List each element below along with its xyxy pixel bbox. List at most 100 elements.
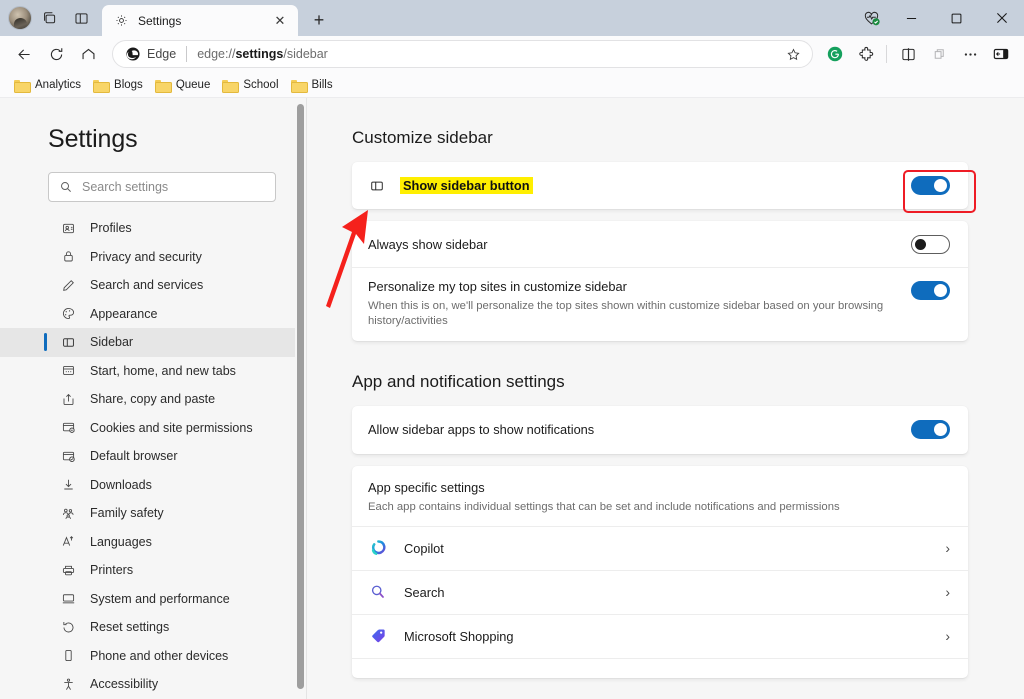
- collections-icon[interactable]: [924, 39, 954, 69]
- tab-strip: Settings ✕ +: [102, 5, 334, 36]
- split-screen-icon[interactable]: [893, 39, 923, 69]
- more-ellipsis-icon[interactable]: [955, 39, 985, 69]
- search-input[interactable]: [82, 180, 265, 194]
- sidebar-item-privacy-and-security[interactable]: Privacy and security: [0, 243, 306, 272]
- sidebar-item-family-safety[interactable]: Family safety: [0, 499, 306, 528]
- browser-toolbar: Edge edge://settings/sidebar: [0, 36, 1024, 72]
- settings-page: Settings: [0, 98, 1024, 699]
- refresh-button[interactable]: [40, 39, 72, 69]
- bookmark-item[interactable]: Queue: [151, 76, 219, 94]
- profile-avatar[interactable]: [8, 6, 32, 30]
- sidebar-panel-icon: [368, 177, 386, 195]
- always-show-sidebar-row[interactable]: Always show sidebar: [352, 221, 968, 267]
- lock-icon: [60, 248, 77, 265]
- sidebar-item-search-and-services[interactable]: Search and services: [0, 271, 306, 300]
- url-prefix: edge://: [197, 47, 235, 61]
- app-row-search[interactable]: Search ›: [352, 570, 968, 614]
- address-bar[interactable]: Edge edge://settings/sidebar: [112, 40, 813, 68]
- scrollbar-thumb[interactable]: [297, 104, 304, 689]
- sidebar-item-label: Cookies and site permissions: [90, 421, 253, 435]
- folder-icon: [14, 79, 29, 91]
- minimize-button[interactable]: [889, 3, 934, 34]
- maximize-button[interactable]: [934, 3, 979, 34]
- shopping-tag-icon: [368, 626, 388, 646]
- sidebar-item-label: Share, copy and paste: [90, 392, 215, 406]
- show-sidebar-button-card: Show sidebar button: [352, 162, 968, 209]
- allow-notifications-card: Allow sidebar apps to show notifications: [352, 406, 968, 454]
- chevron-right-icon[interactable]: ›: [945, 584, 950, 600]
- app-row-partial[interactable]: [352, 658, 968, 678]
- sidebar-item-cookies-and-site-permissions[interactable]: Cookies and site permissions: [0, 414, 306, 443]
- monitor-icon: [60, 590, 77, 607]
- toolbar-separator: [886, 45, 887, 63]
- search-settings-box[interactable]: [48, 172, 276, 202]
- always-show-sidebar-toggle[interactable]: [911, 235, 950, 254]
- bookmark-label: Queue: [176, 79, 211, 91]
- personalize-top-sites-row[interactable]: Personalize my top sites in customize si…: [352, 267, 968, 341]
- sidebar-toggle-icon[interactable]: [986, 39, 1016, 69]
- chevron-right-icon[interactable]: ›: [945, 628, 950, 644]
- personalize-top-sites-toggle[interactable]: [911, 281, 950, 300]
- tab-settings[interactable]: Settings ✕: [102, 5, 298, 36]
- sidebar-item-label: Reset settings: [90, 620, 169, 634]
- sidebar-item-label: Phone and other devices: [90, 649, 228, 663]
- sidebar-scrollbar[interactable]: [295, 98, 306, 699]
- always-show-sidebar-label: Always show sidebar: [368, 237, 911, 252]
- sidebar-icon: [60, 334, 77, 351]
- sidebar-item-label: Printers: [90, 563, 133, 577]
- sidebar-item-system-and-performance[interactable]: System and performance: [0, 585, 306, 614]
- star-icon[interactable]: [782, 43, 804, 65]
- sidebar-item-reset-settings[interactable]: Reset settings: [0, 613, 306, 642]
- sidebar-options-card: Always show sidebar Personalize my top s…: [352, 221, 968, 341]
- sidebar-item-default-browser[interactable]: Default browser: [0, 442, 306, 471]
- close-window-button[interactable]: [979, 3, 1024, 34]
- sidebar-item-printers[interactable]: Printers: [0, 556, 306, 585]
- sidebar-item-downloads[interactable]: Downloads: [0, 471, 306, 500]
- page-title: Settings: [0, 98, 306, 154]
- bookmark-item[interactable]: School: [218, 76, 286, 94]
- settings-sidebar: Settings: [0, 98, 306, 699]
- show-sidebar-button-toggle[interactable]: [911, 176, 950, 195]
- sidebar-item-phone-and-other-devices[interactable]: Phone and other devices: [0, 642, 306, 671]
- sidebar-item-share-copy-and-paste[interactable]: Share, copy and paste: [0, 385, 306, 414]
- grammarly-icon[interactable]: [820, 39, 850, 69]
- sidebar-item-profiles[interactable]: Profiles: [0, 214, 306, 243]
- health-shield-icon[interactable]: [853, 3, 889, 34]
- show-sidebar-button-row[interactable]: Show sidebar button: [352, 162, 968, 209]
- app-name: Microsoft Shopping: [404, 629, 945, 644]
- close-icon[interactable]: ✕: [270, 11, 290, 31]
- app-row-microsoft-shopping[interactable]: Microsoft Shopping ›: [352, 614, 968, 658]
- url-suffix: /sidebar: [283, 47, 327, 61]
- sidebar-item-label: Languages: [90, 535, 152, 549]
- back-button[interactable]: [8, 39, 40, 69]
- sidebar-item-start-home-and-new-tabs[interactable]: Start, home, and new tabs: [0, 357, 306, 386]
- sidebar-item-sidebar[interactable]: Sidebar: [0, 328, 306, 357]
- browser-window: Settings ✕ +: [0, 0, 1024, 699]
- allow-notifications-row[interactable]: Allow sidebar apps to show notifications: [352, 406, 968, 454]
- sidebar-item-languages[interactable]: Languages: [0, 528, 306, 557]
- split-screen-icon[interactable]: [66, 5, 96, 31]
- sidebar-item-label: Search and services: [90, 278, 203, 292]
- section-title-customize-sidebar: Customize sidebar: [352, 128, 968, 148]
- bookmark-item[interactable]: Bills: [287, 76, 341, 94]
- personalize-top-sites-description: When this is on, we'll personalize the t…: [368, 299, 911, 330]
- sidebar-item-appearance[interactable]: Appearance: [0, 300, 306, 329]
- sidebar-item-label: Sidebar: [90, 335, 133, 349]
- sidebar-item-accessibility[interactable]: Accessibility: [0, 670, 306, 699]
- reset-icon: [60, 619, 77, 636]
- edge-label: Edge: [147, 47, 176, 61]
- new-tab-button[interactable]: +: [304, 7, 334, 33]
- tab-title: Settings: [138, 14, 261, 28]
- home-button[interactable]: [72, 39, 104, 69]
- tab-groups-icon[interactable]: [34, 5, 64, 31]
- allow-notifications-toggle[interactable]: [911, 420, 950, 439]
- title-bar: Settings ✕ +: [0, 0, 1024, 36]
- bookmark-item[interactable]: Blogs: [89, 76, 151, 94]
- highlighted-label: Show sidebar button: [400, 177, 533, 194]
- app-row-copilot[interactable]: Copilot ›: [352, 526, 968, 570]
- chevron-right-icon[interactable]: ›: [945, 540, 950, 556]
- extensions-puzzle-icon[interactable]: [851, 39, 881, 69]
- default-browser-icon: [60, 448, 77, 465]
- section-title-app-and-notification: App and notification settings: [352, 372, 968, 392]
- bookmark-item[interactable]: Analytics: [10, 76, 89, 94]
